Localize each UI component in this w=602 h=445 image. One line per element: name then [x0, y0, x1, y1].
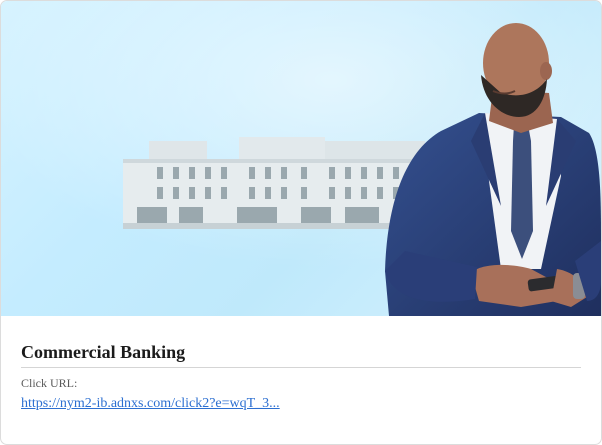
- click-url-label: Click URL:: [21, 376, 78, 390]
- title-divider: [21, 367, 581, 368]
- card-title: Commercial Banking: [21, 342, 186, 362]
- click-url-link[interactable]: https://nym2-ib.adnxs.com/click2?e=wqT_3…: [21, 395, 280, 413]
- building-graphic: [123, 137, 428, 229]
- card-content: Commercial Banking Click URL: https://ny…: [21, 317, 581, 413]
- ad-card[interactable]: Commercial Banking Click URL: https://ny…: [0, 0, 602, 445]
- hero-illustration: [1, 1, 601, 316]
- hero-image[interactable]: [1, 1, 601, 316]
